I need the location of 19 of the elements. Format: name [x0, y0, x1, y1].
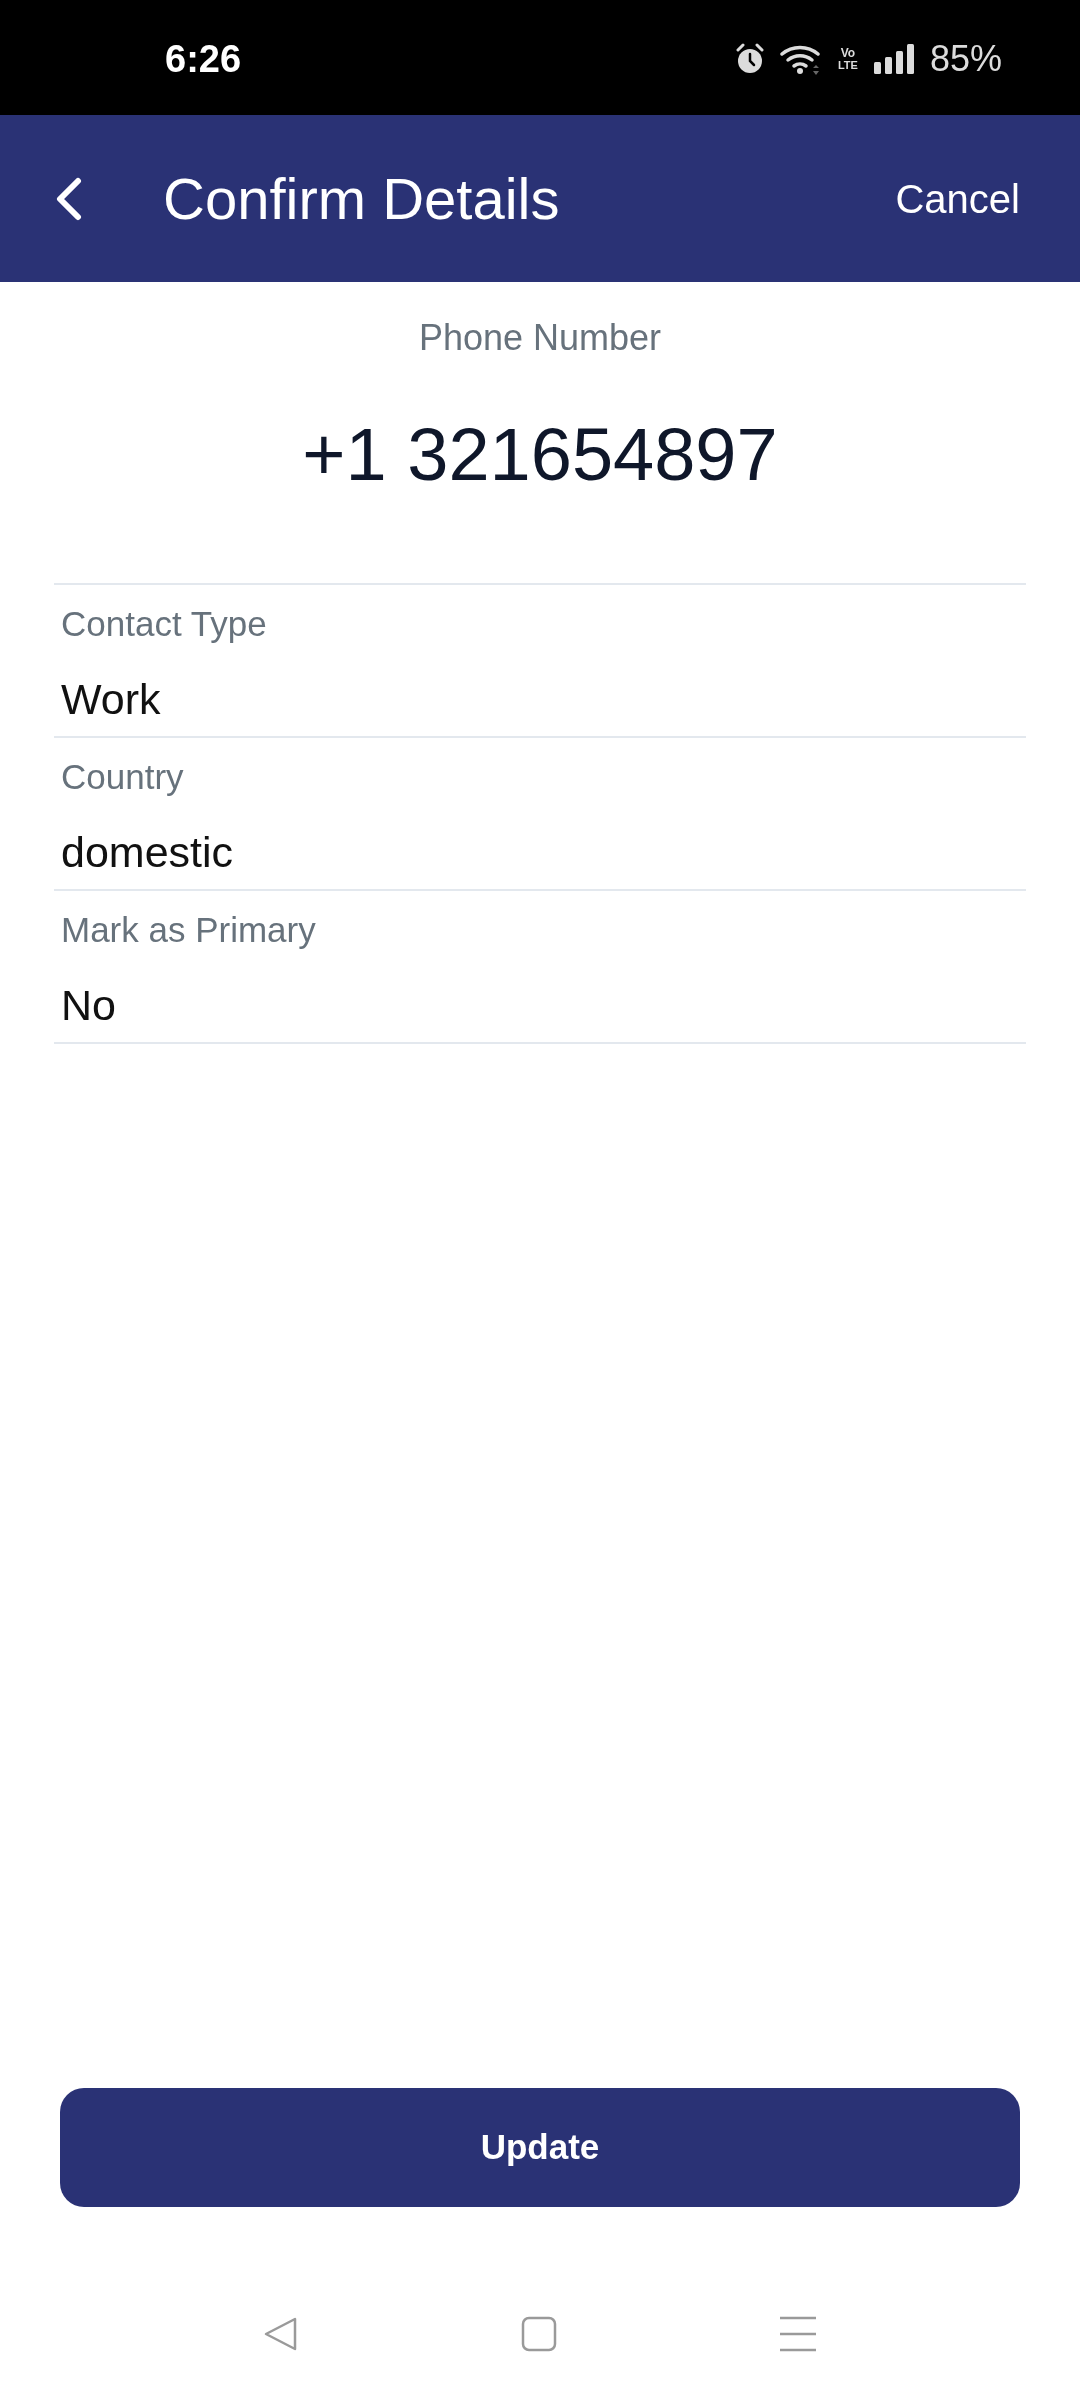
back-nav-icon[interactable] — [263, 2316, 299, 2352]
field-label: Contact Type — [61, 604, 267, 644]
menu-nav-icon[interactable] — [779, 2316, 817, 2352]
update-button[interactable]: Update — [60, 2088, 1020, 2207]
phone-number-value: +1 321654897 — [302, 412, 778, 498]
field-label: Country — [61, 757, 184, 797]
screen-title: Confirm Details — [163, 169, 560, 228]
clock-time: 6:26 — [165, 39, 242, 78]
field-label: Mark as Primary — [61, 910, 316, 950]
cancel-button[interactable]: Cancel — [895, 178, 1020, 219]
signal-icon — [873, 43, 916, 74]
home-nav-icon[interactable] — [521, 2316, 557, 2352]
back-chevron-icon — [54, 176, 82, 221]
volte-label: Vo LTE — [837, 46, 858, 71]
battery-percentage: 85% — [929, 40, 1002, 77]
field-value: Work — [61, 675, 161, 723]
field-value: domestic — [61, 828, 234, 876]
field-value: No — [61, 981, 116, 1029]
phone-number-label: Phone Number — [418, 318, 662, 358]
